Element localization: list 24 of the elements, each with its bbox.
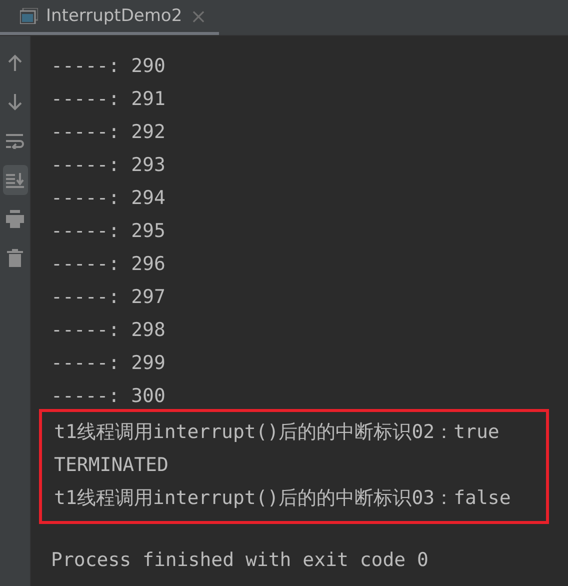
tab-title: InterruptDemo2 [46,6,182,26]
console-line: -----: 297 [50,285,166,310]
printer-icon [5,210,25,228]
scroll-to-end-icon [5,172,25,188]
arrow-up-icon [7,54,23,72]
console-line: -----: 296 [50,252,166,277]
console-line: -----: 291 [50,87,166,112]
exit-message: Process finished with exit code 0 [50,548,430,573]
console-line: -----: 294 [50,186,166,211]
console-line: TERMINATED [53,453,170,478]
console-line: -----: 300 [50,384,166,409]
console-line: -----: 290 [50,54,166,79]
toolbar-button[interactable] [2,165,28,195]
console-line: t1线程调用interrupt()后的的中断标识02：true [53,420,500,445]
console-line: -----: 299 [50,351,166,376]
console-line: -----: 293 [50,153,166,178]
console-line: -----: 295 [50,219,166,244]
console-line: t1线程调用interrupt()后的的中断标识03：false [53,486,512,511]
console-line: -----: 292 [50,120,166,145]
soft-wrap-icon [5,133,25,149]
console-line: -----: 298 [50,318,166,343]
arrow-down-icon [7,93,23,111]
console-icon [20,8,38,24]
trash-icon [7,249,23,267]
